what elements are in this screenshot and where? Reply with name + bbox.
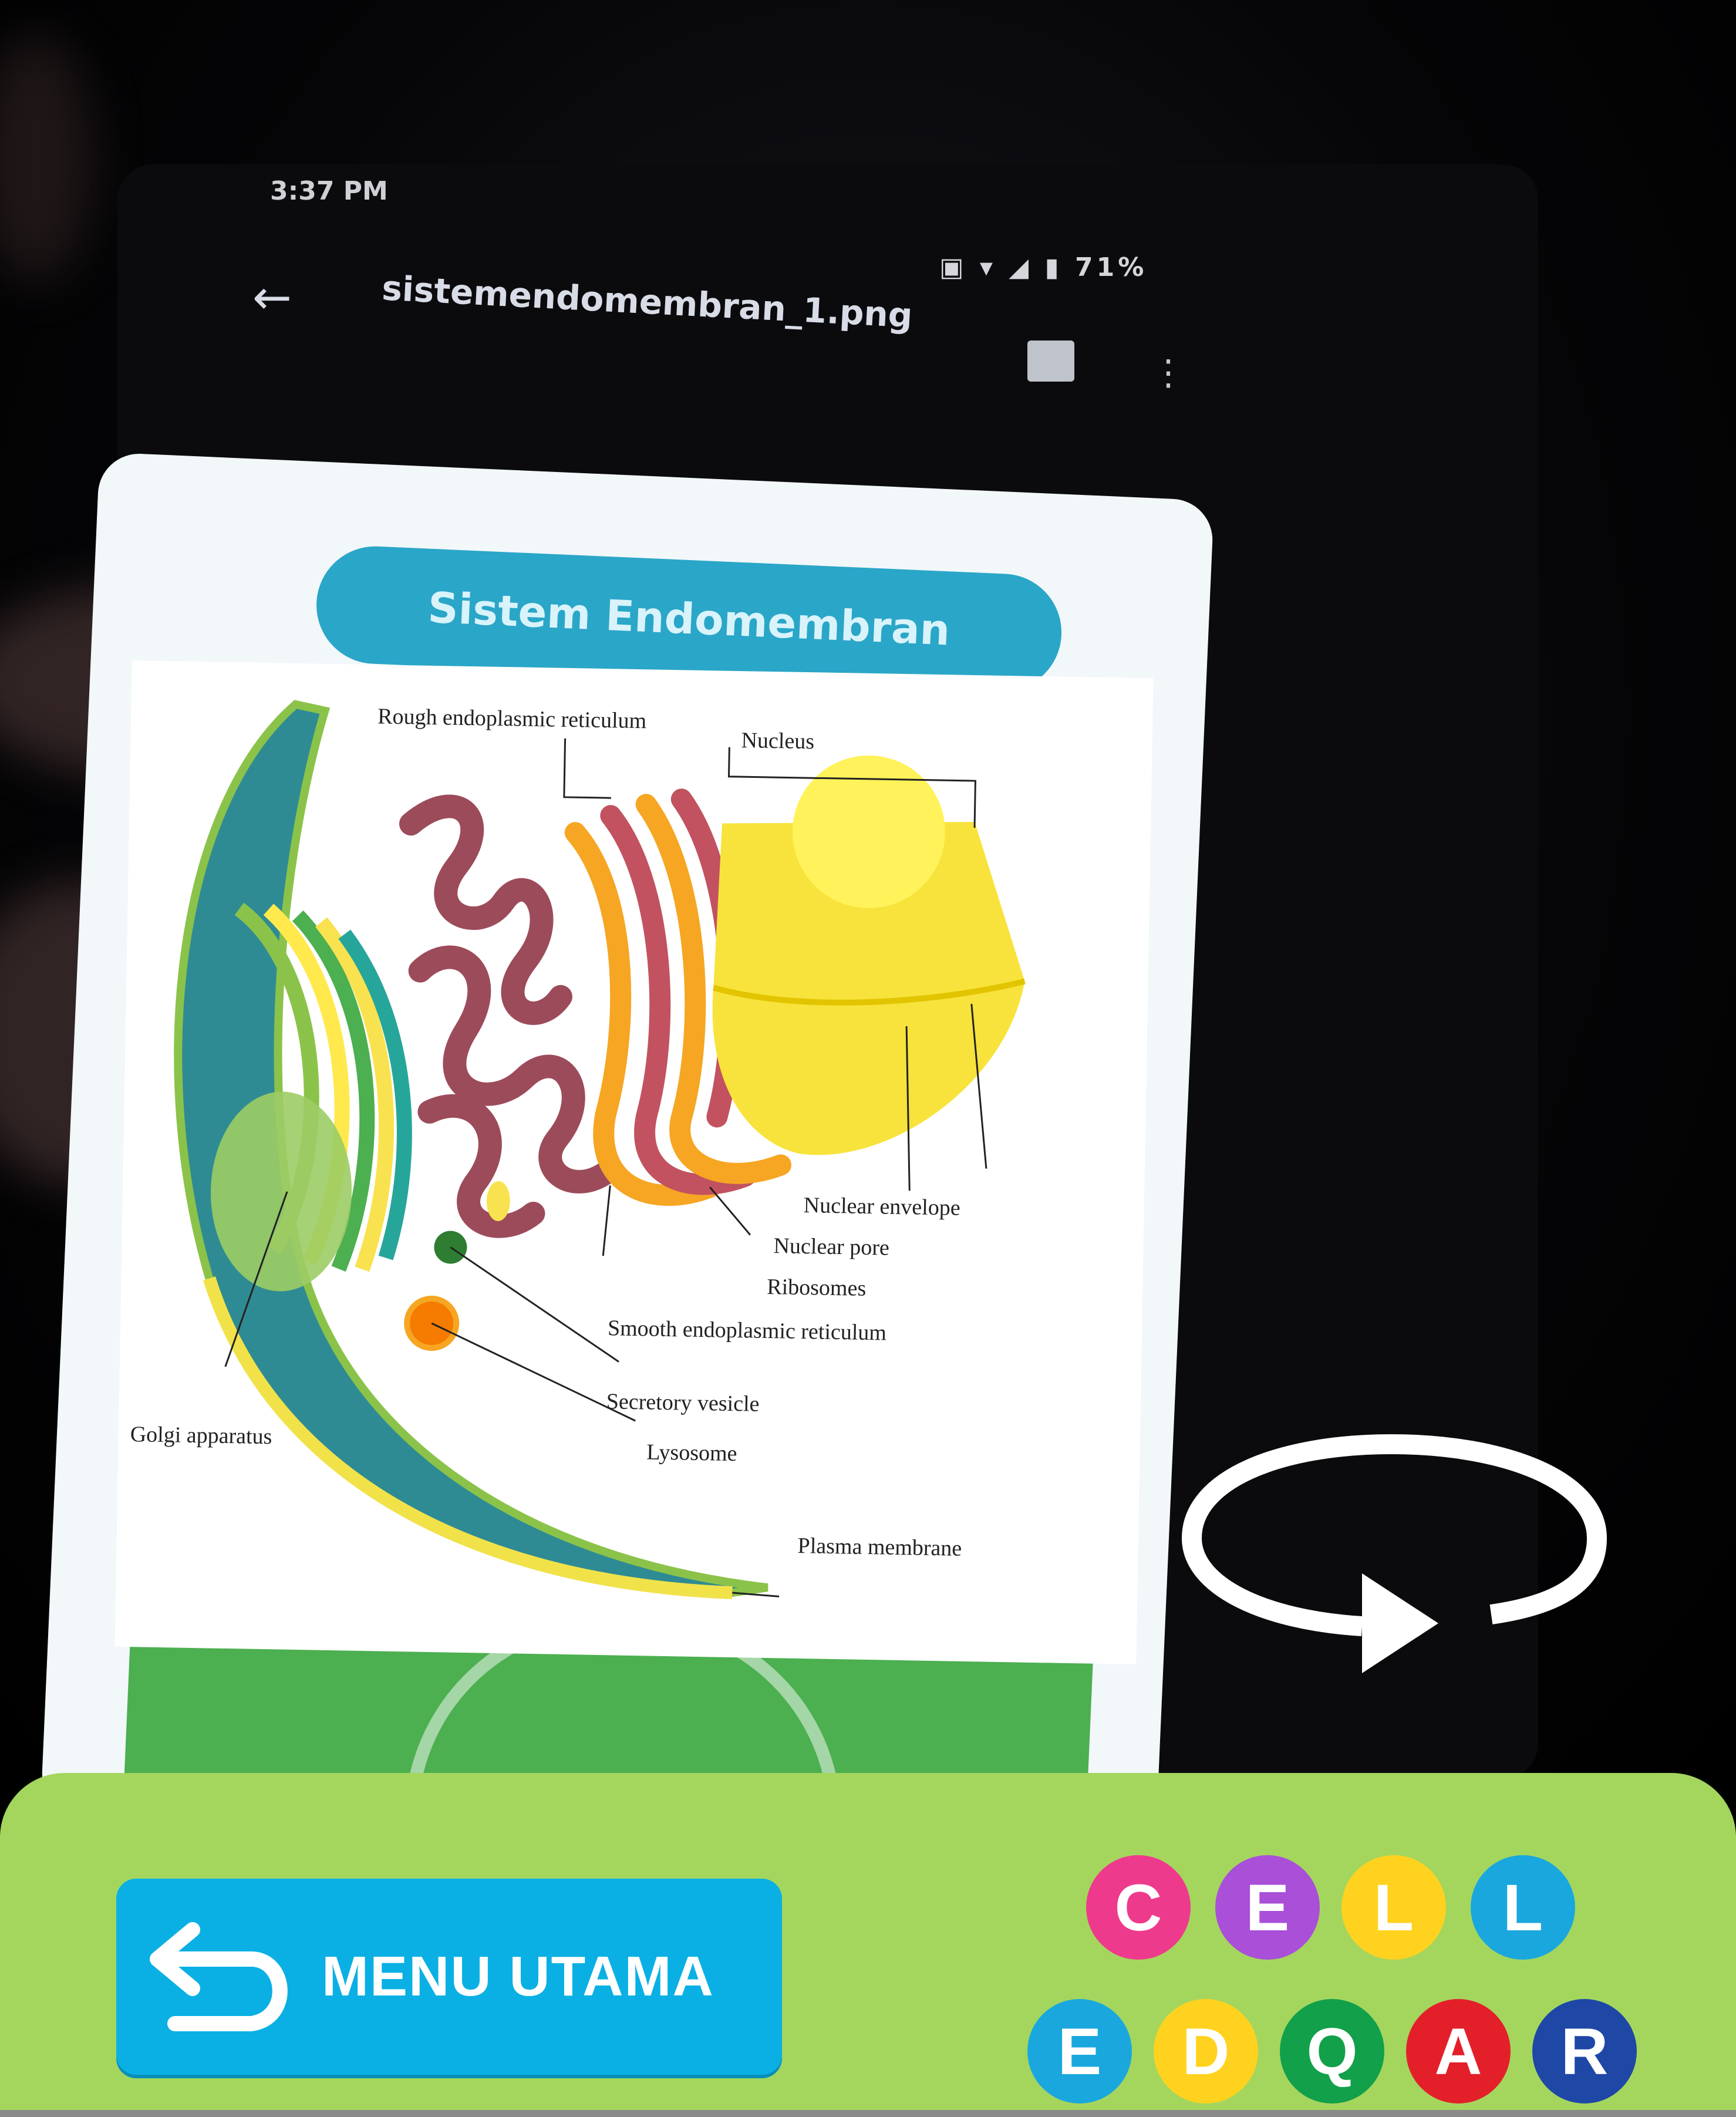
label-secretory-vesicle: Secretory vesicle (606, 1389, 760, 1417)
finger-left-upper (0, 35, 94, 282)
label-rough-er: Rough endoplasmic reticulum (377, 704, 647, 733)
logo-letter-l1: L (1341, 1855, 1446, 1960)
logo-letter-d: D (1154, 1999, 1258, 2103)
menu-utama-button[interactable]: MENU UTAMA (116, 1879, 782, 2075)
bottom-edge-line (0, 2110, 1736, 2117)
cell-edqar-logo: C E L L E D Q A R (1010, 1838, 1679, 2113)
return-arrow-icon (150, 1922, 288, 2031)
label-plasma-membrane: Plasma membrane (797, 1533, 962, 1561)
more-options-icon[interactable]: ⋮ (1151, 352, 1186, 393)
camera-view: 3:37 PM ▣ ▾ ◢ ▮ 71% ← sistemendomembran_… (0, 0, 1736, 1862)
smooth-er (399, 794, 616, 1238)
label-nuclear-pore: Nuclear pore (773, 1233, 889, 1260)
logo-letter-c: C (1086, 1855, 1191, 1960)
endomembrane-diagram: Rough endoplasmic reticulum Nucleus Nucl… (114, 660, 1154, 1665)
logo-letter-e2: E (1027, 1999, 1132, 2103)
logo-letter-r: R (1532, 1999, 1637, 2103)
lysosome (404, 1296, 460, 1351)
back-arrow-icon[interactable]: ← (252, 270, 292, 325)
label-nuclear-envelope: Nuclear envelope (803, 1193, 960, 1221)
label-golgi: Golgi apparatus (130, 1422, 272, 1449)
secretory-vesicle (434, 1231, 467, 1264)
rotate-icon[interactable] (1174, 1427, 1609, 1673)
logo-letter-a: A (1406, 1999, 1511, 2103)
label-ribosomes: Ribosomes (767, 1275, 867, 1301)
logo-letter-l2: L (1471, 1855, 1575, 1960)
label-nucleus: Nucleus (741, 728, 814, 754)
file-title: sistemendomembran_1.png (380, 268, 914, 336)
logo-letter-e1: E (1215, 1855, 1320, 1960)
app-toolbar: ← sistemendomembran_1.png ⋮ (252, 268, 1192, 393)
menu-utama-label: MENU UTAMA (322, 1945, 714, 2008)
image-icon[interactable] (1027, 341, 1074, 382)
status-time: 3:37 PM (270, 176, 388, 206)
label-lysosome: Lysosome (646, 1440, 737, 1466)
logo-letter-q: Q (1280, 1999, 1384, 2103)
label-smooth-er: Smooth endoplasmic reticulum (608, 1316, 887, 1345)
